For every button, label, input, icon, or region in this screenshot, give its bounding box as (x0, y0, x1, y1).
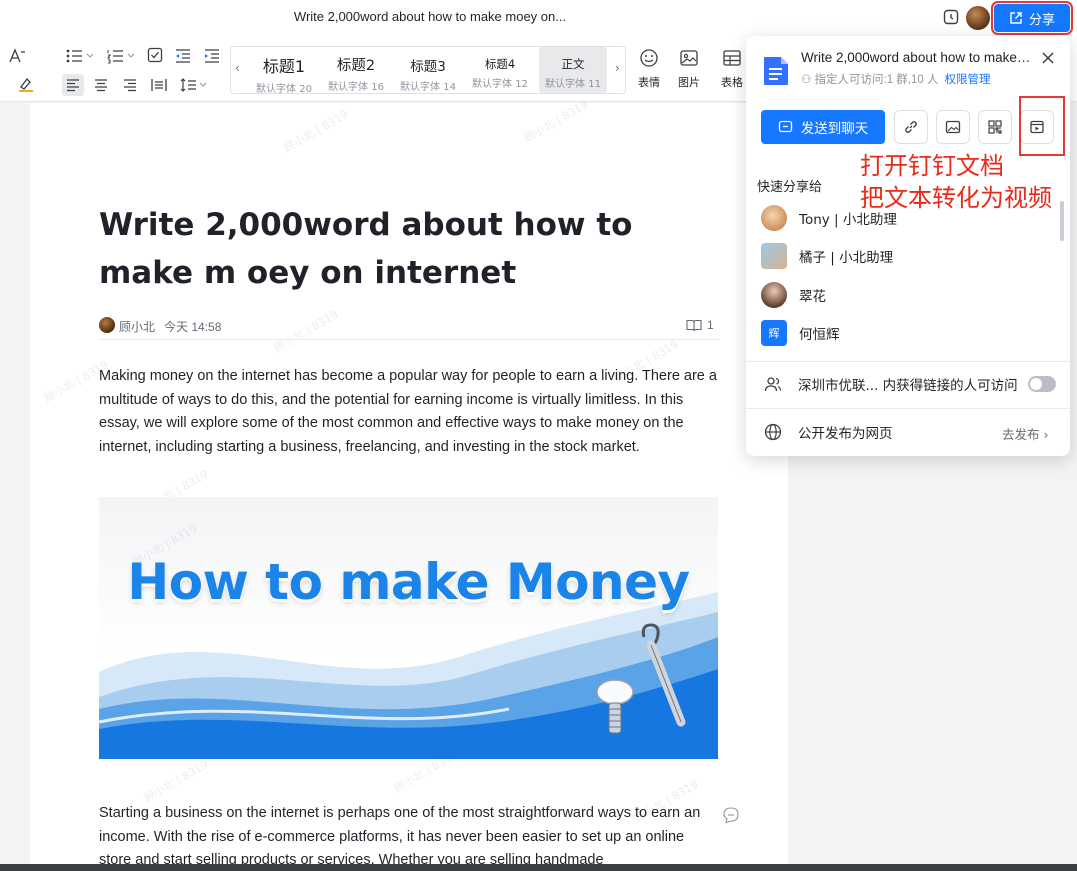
divider (746, 361, 1070, 362)
style-body-text[interactable]: 正文 默认字体 11 (539, 47, 607, 93)
numbered-list-icon[interactable] (106, 48, 136, 64)
edit-time: 今天 14:58 (164, 320, 222, 334)
image-headline: How to make Money (127, 553, 690, 611)
paragraph-business[interactable]: Starting a business on the internet is p… (99, 802, 719, 871)
org-link-access-row: 深圳市优联... 内获得链接的人可访问 (764, 372, 1056, 396)
contact-item[interactable]: 橘子 | 小北助理 (761, 242, 893, 270)
bullet-list-icon[interactable] (65, 48, 95, 64)
article-image[interactable]: 顾小北 | 8319 顾小北 | 8319 How to make Money (99, 497, 718, 759)
contact-avatar (761, 282, 787, 308)
style-heading-3[interactable]: 标题3 默认字体 14 (395, 47, 461, 93)
access-summary: ⚇ 指定人可访问:1 群,10 人权限管理 (801, 74, 991, 86)
contact-item[interactable]: Tony | 小北助理 (761, 204, 897, 232)
indent-icon[interactable] (204, 48, 220, 64)
align-left-button[interactable] (62, 74, 84, 96)
author-avatar[interactable] (99, 317, 115, 333)
history-icon[interactable] (942, 8, 960, 26)
paragraph-intro[interactable]: Making money on the internet has become … (99, 365, 723, 459)
title-bar: Write 2,000word about how to make moey o… (0, 0, 1077, 36)
user-avatar[interactable] (966, 6, 990, 30)
permission-manage-link[interactable]: 权限管理 (944, 74, 990, 86)
copy-link-button[interactable] (894, 110, 928, 144)
divider (746, 408, 1070, 409)
document-meta: 顾小北 今天 14:58 1 (99, 316, 719, 340)
read-count: 1 (707, 318, 714, 332)
scrollbar[interactable] (1060, 201, 1064, 241)
chevron-right-icon[interactable]: › (615, 61, 620, 75)
document-title[interactable]: Write 2,000word about how to make m oey … (99, 201, 719, 297)
style-heading-4[interactable]: 标题4 默认字体 12 (467, 47, 533, 93)
share-button-label: 分享 (1028, 12, 1055, 28)
dental-tools-icon (596, 623, 686, 734)
qr-code-button[interactable] (978, 110, 1012, 144)
style-heading-2[interactable]: 标题2 默认字体 16 (323, 47, 389, 93)
go-publish-link[interactable]: 去发布 › (1002, 424, 1048, 443)
image-icon (945, 120, 961, 134)
chat-icon (778, 120, 792, 132)
quick-share-label: 快速分享给 (757, 180, 823, 195)
link-access-toggle[interactable] (1028, 376, 1056, 392)
table-icon (723, 50, 741, 66)
read-count-icon[interactable] (686, 319, 702, 332)
contact-item[interactable]: 翠花 (761, 281, 826, 309)
link-icon (905, 121, 917, 133)
comment-icon[interactable] (722, 806, 740, 824)
author-name[interactable]: 顾小北 (119, 318, 155, 335)
insert-emoji-button[interactable]: 表情 (635, 48, 663, 90)
style-gallery: ‹ 标题1 默认字体 20 标题2 默认字体 16 标题3 默认字体 14 标题… (230, 46, 626, 95)
align-left-icon (67, 79, 79, 92)
share-doc-title: Write 2,000word about how to make ... (801, 50, 1031, 65)
share-button[interactable]: 分享 (991, 1, 1073, 35)
contact-avatar (761, 243, 787, 269)
annotation-line-1: 打开钉钉文档 (860, 152, 1004, 180)
people-icon (764, 377, 782, 392)
watermark: 顾小北 | 8319 (281, 107, 351, 155)
watermark: 顾小北 | 8319 (141, 757, 211, 805)
person-icon: ⚇ (801, 74, 815, 86)
contact-avatar: 辉 (761, 320, 787, 346)
share-popover: Write 2,000word about how to make ... ⚇ … (746, 36, 1070, 456)
emoji-icon (640, 49, 658, 67)
style-heading-1[interactable]: 标题1 默认字体 20 (251, 47, 317, 95)
align-center-icon[interactable] (94, 78, 108, 92)
justify-icon[interactable] (151, 78, 167, 92)
chevron-left-icon[interactable]: ‹ (235, 61, 240, 75)
font-size-icon[interactable] (8, 48, 26, 64)
line-spacing-icon[interactable] (180, 78, 208, 92)
share-icon (1010, 12, 1022, 24)
document-file-icon (764, 57, 788, 85)
insert-table-button[interactable]: 表格 (718, 48, 746, 90)
globe-icon (764, 423, 782, 441)
highlight-box (1019, 96, 1065, 156)
insert-image-button[interactable]: 图片 (675, 48, 703, 90)
outdent-icon[interactable] (175, 48, 191, 64)
checkbox-icon[interactable] (147, 47, 163, 63)
document-page: 顾小北 | 8319 顾小北 | 8319 顾小北 | 8319 顾小北 | 8… (30, 98, 788, 871)
close-icon[interactable] (1040, 50, 1056, 66)
share-as-image-button[interactable] (936, 110, 970, 144)
contact-avatar (761, 205, 787, 231)
window-title: Write 2,000word about how to make moey o… (293, 9, 567, 24)
image-icon (680, 50, 698, 66)
qr-code-icon (988, 120, 1002, 134)
align-right-icon[interactable] (123, 78, 137, 92)
highlight-icon[interactable] (18, 76, 40, 92)
send-to-chat-button[interactable]: 发送到聊天 (761, 110, 885, 144)
bottom-bar (0, 864, 1077, 871)
watermark: 顾小北 | 8319 (521, 97, 591, 145)
contact-item[interactable]: 辉 何恒辉 (761, 319, 840, 347)
